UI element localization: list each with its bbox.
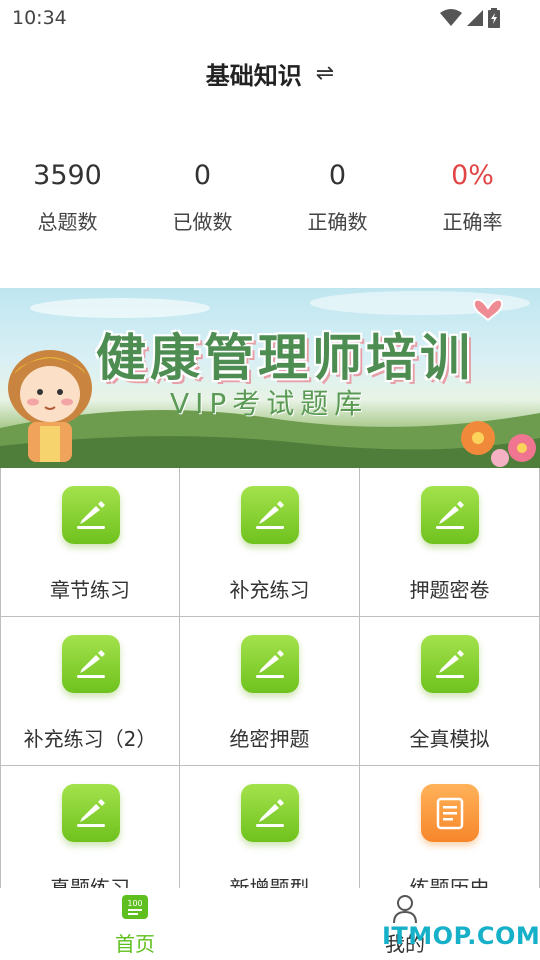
- stat-total-value: 3590: [33, 160, 102, 191]
- pencil-edit-icon: [62, 784, 120, 842]
- grid-item-label: 新增题型: [229, 876, 310, 888]
- grid-item-label: 押题密卷: [409, 578, 490, 602]
- grid-item-practice-history[interactable]: 练题历史: [360, 766, 540, 888]
- person-icon: [393, 895, 417, 924]
- grid-item-predicted-papers[interactable]: 押题密卷: [360, 468, 540, 617]
- stat-done-label: 已做数: [172, 210, 233, 234]
- stat-done-value: 0: [193, 160, 212, 191]
- stat-correct: 0 正确数: [270, 155, 405, 255]
- grid-item-supplement-practice-2[interactable]: 补充练习（2）: [0, 617, 180, 766]
- grid-item-new-question-types[interactable]: 新增题型: [180, 766, 360, 888]
- stat-rate: 0% 正确率: [405, 155, 540, 255]
- promo-banner[interactable]: 健康管理师培训 VIP考试题库: [0, 288, 540, 468]
- grid-item-label: 真题练习: [50, 876, 130, 888]
- home-100-icon: 100: [122, 895, 148, 919]
- grid-item-label: 练题历史: [409, 876, 490, 888]
- stat-done: 0 已做数: [135, 155, 270, 255]
- grid-item-label: 补充练习: [229, 578, 310, 602]
- watermark: ITMOP.COM: [382, 922, 540, 950]
- grid-item-label: 绝密押题: [229, 727, 310, 751]
- grid-item-past-exams[interactable]: 真题练习: [0, 766, 180, 888]
- battery-icon: [488, 8, 500, 28]
- page-title: 基础知识: [205, 62, 302, 90]
- pencil-edit-icon: [241, 784, 299, 842]
- grid-item-chapter-practice[interactable]: 章节练习: [0, 468, 180, 617]
- stat-correct-label: 正确数: [307, 210, 368, 234]
- pencil-edit-icon: [241, 635, 299, 693]
- pencil-edit-icon: [62, 635, 120, 693]
- stat-rate-value: 0%: [451, 160, 494, 191]
- grid-item-mock-exam[interactable]: 全真模拟: [360, 617, 540, 766]
- status-icons: [440, 8, 500, 28]
- document-list-icon: [421, 784, 479, 842]
- stat-total: 3590 总题数: [0, 155, 135, 255]
- status-time: 10:34: [12, 7, 67, 29]
- grid-item-secret-predictions[interactable]: 绝密押题: [180, 617, 360, 766]
- signal-icon: [467, 10, 483, 26]
- tab-home[interactable]: 100 首页: [65, 894, 205, 957]
- wifi-icon: [440, 9, 462, 26]
- function-grid: 章节练习 补充练习 押题密卷 补充练习（2） 绝密押题 全真模拟 真题练习 新增…: [0, 468, 540, 888]
- grid-item-label: 全真模拟: [409, 727, 490, 751]
- swap-icon[interactable]: ⇌: [316, 61, 334, 86]
- grid-item-label: 补充练习（2）: [23, 727, 157, 751]
- status-bar: 10:34: [0, 0, 540, 38]
- stats-row: 3590 总题数 0 已做数 0 正确数 0% 正确率: [0, 155, 540, 255]
- stat-total-label: 总题数: [37, 210, 98, 234]
- grid-item-label: 章节练习: [50, 578, 130, 602]
- pencil-edit-icon: [241, 486, 299, 544]
- grid-item-supplement-practice[interactable]: 补充练习: [180, 468, 360, 617]
- svg-text:100: 100: [127, 899, 142, 908]
- page-header: 基础知识 ⇌: [0, 48, 540, 96]
- stat-rate-label: 正确率: [442, 210, 503, 234]
- pencil-edit-icon: [62, 486, 120, 544]
- subject-switcher[interactable]: 基础知识 ⇌: [206, 56, 334, 91]
- tab-home-label: 首页: [115, 932, 155, 956]
- banner-subtitle: VIP考试题库: [170, 387, 369, 420]
- pencil-edit-icon: [421, 486, 479, 544]
- banner-title: 健康管理师培训: [96, 329, 474, 387]
- pencil-edit-icon: [421, 635, 479, 693]
- stat-correct-value: 0: [328, 160, 347, 191]
